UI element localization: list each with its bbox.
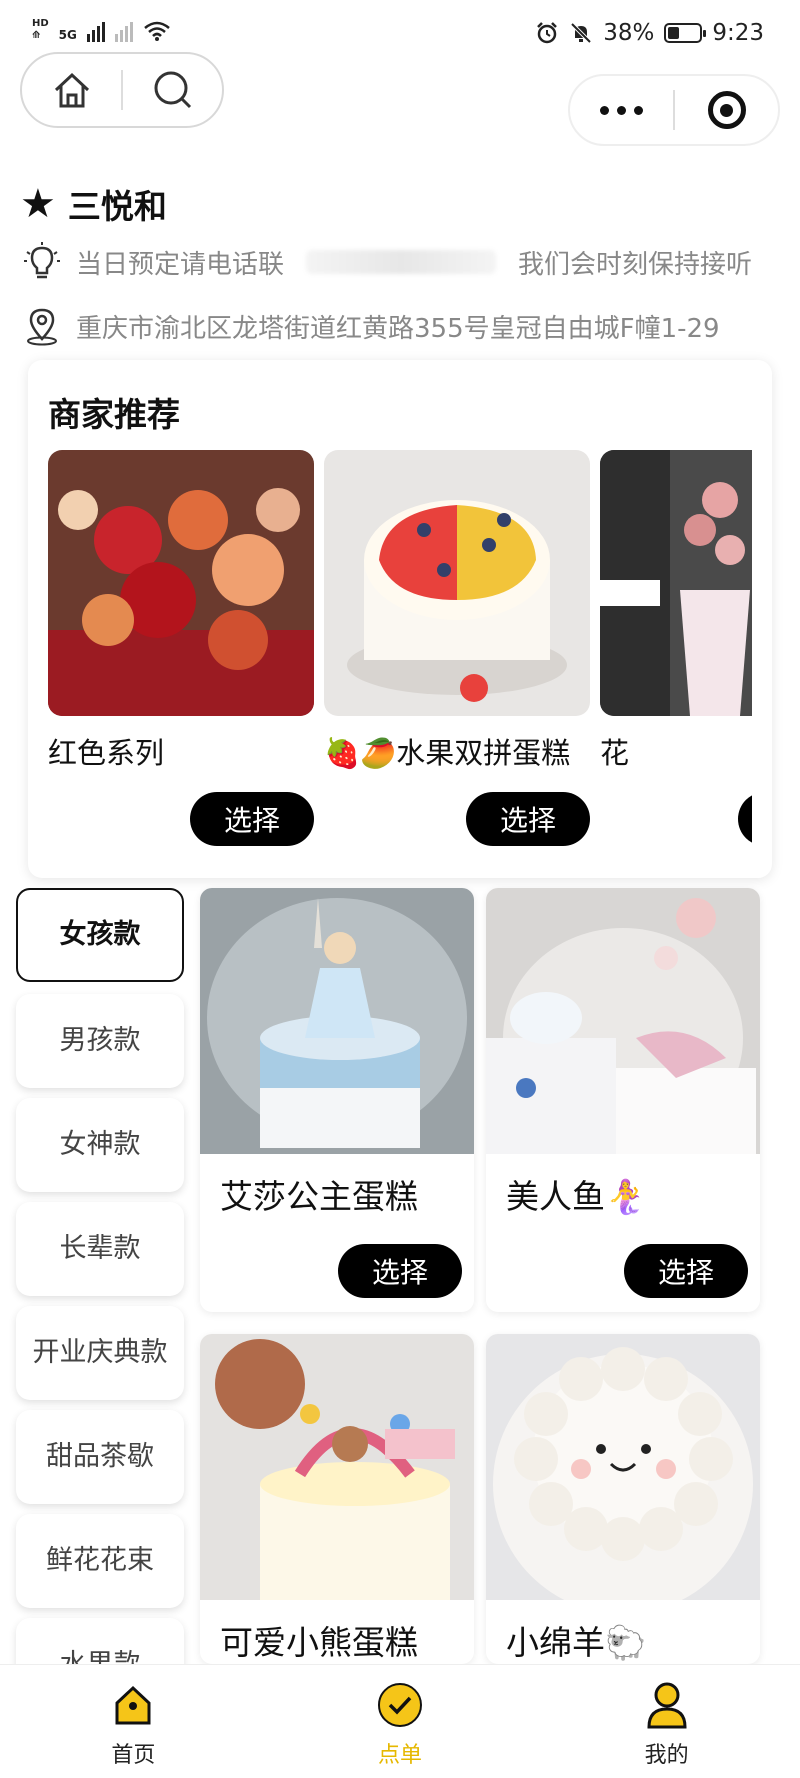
- pink-bouquet-image: [600, 450, 752, 716]
- category-opening[interactable]: 开业庆典款: [16, 1306, 184, 1400]
- clock: 9:23: [712, 20, 764, 46]
- product-card[interactable]: 艾莎公主蛋糕 选择: [200, 888, 474, 1312]
- home-icon: [54, 72, 89, 108]
- more-dots-icon: [600, 105, 643, 115]
- product-card[interactable]: 美人鱼🧜‍♀️ 选择: [486, 888, 760, 1312]
- shop-name: 三悦和: [67, 187, 167, 226]
- recommend-carousel[interactable]: 红色系列 选择 🍓🥭水果双拼蛋糕 选择 花: [48, 450, 752, 870]
- category-boys[interactable]: 男孩款: [16, 994, 184, 1088]
- select-button[interactable]: 选择: [624, 1244, 748, 1298]
- mute-bell-icon: [570, 22, 592, 44]
- shop-notice: 当日预定请电话联 我们会时刻保持接听: [22, 242, 752, 282]
- product-card[interactable]: 小绵羊🐑: [486, 1334, 760, 1664]
- recommend-item[interactable]: 🍓🥭水果双拼蛋糕 选择: [324, 450, 590, 846]
- status-bar: HD ⟰ 5G 38% 9:23: [0, 0, 800, 60]
- notice-text: 当日预定请电话联: [76, 249, 285, 280]
- close-miniprogram-button[interactable]: [675, 76, 778, 144]
- category-goddess[interactable]: 女神款: [16, 1098, 184, 1192]
- section-title: 商家推荐: [48, 395, 180, 434]
- category-dessert[interactable]: 甜品茶歇: [16, 1410, 184, 1504]
- recommend-item-name: 🍓🥭水果双拼蛋糕: [324, 736, 571, 770]
- target-icon: [707, 91, 746, 129]
- select-button[interactable]: 选择: [190, 792, 314, 846]
- search-icon: [154, 71, 191, 109]
- elsa-cake-image: [200, 888, 474, 1154]
- status-left: HD ⟰ 5G: [32, 18, 171, 42]
- more-button[interactable]: [570, 76, 673, 144]
- home-icon: [107, 1679, 159, 1731]
- miniprogram-capsule: [568, 74, 780, 146]
- hd-indicator: HD ⟰: [32, 18, 49, 42]
- bouquet-image: [48, 450, 314, 716]
- category-flowers[interactable]: 鲜花花束: [16, 1514, 184, 1608]
- lightbulb-icon: [22, 242, 62, 282]
- check-circle-icon: [374, 1679, 426, 1731]
- tab-label: 首页: [111, 1743, 156, 1768]
- address-text: 重庆市渝北区龙塔街道红黄路355号皇冠自由城F幢1-29: [76, 313, 720, 344]
- product-name: 美人鱼🧜‍♀️: [506, 1177, 647, 1216]
- tab-home[interactable]: 首页: [0, 1665, 267, 1778]
- tab-label: 我的: [644, 1743, 689, 1768]
- nav-capsule: [20, 52, 224, 128]
- tab-order[interactable]: 点单: [267, 1665, 534, 1778]
- phone-redacted: [306, 250, 497, 274]
- status-right: 38% 9:23: [535, 20, 764, 46]
- data-transfer-icon: ⟰: [32, 30, 41, 41]
- sheep-cake-image: [486, 1334, 760, 1614]
- tab-label: 点单: [378, 1743, 423, 1768]
- user-icon: [641, 1679, 693, 1731]
- alarm-icon: [537, 22, 558, 44]
- recommend-item-name: 红色系列: [48, 736, 165, 770]
- signal-icon-secondary: [114, 20, 133, 42]
- battery-level: [668, 27, 680, 39]
- merchant-recommend-card: 商家推荐 红色系列 选择 🍓🥭水果双拼蛋糕 选择 花: [28, 360, 772, 878]
- category-girls[interactable]: 女孩款: [16, 888, 184, 982]
- hd-label: HD: [32, 18, 49, 29]
- select-button[interactable]: [738, 792, 752, 846]
- battery-icon: [664, 23, 707, 43]
- search-button[interactable]: [123, 54, 222, 126]
- product-card[interactable]: 可爱小熊蛋糕: [200, 1334, 474, 1664]
- recommend-item[interactable]: 红色系列 选择: [48, 450, 314, 846]
- bear-cake-image: [200, 1334, 474, 1600]
- product-name: 可爱小熊蛋糕: [220, 1623, 418, 1662]
- product-name: 艾莎公主蛋糕: [220, 1177, 418, 1216]
- wifi-icon: [144, 21, 170, 41]
- mermaid-cake-image: [486, 888, 760, 1154]
- recommend-item-name: 花: [600, 736, 630, 770]
- recommend-item[interactable]: 花: [600, 450, 752, 846]
- shop-address[interactable]: 重庆市渝北区龙塔街道红黄路355号皇冠自由城F幢1-29: [22, 306, 720, 346]
- notice-text-suffix: 我们会时刻保持接听: [518, 249, 753, 280]
- location-pin-icon: [22, 306, 62, 346]
- signal-icon: [86, 20, 105, 42]
- home-button[interactable]: [22, 54, 121, 126]
- shop-title: ★ 三悦和: [20, 180, 167, 228]
- network-label: 5G: [58, 28, 77, 42]
- select-button[interactable]: 选择: [338, 1244, 462, 1298]
- tab-mine[interactable]: 我的: [533, 1665, 800, 1778]
- battery-percent: 38%: [603, 20, 655, 46]
- category-elders[interactable]: 长辈款: [16, 1202, 184, 1296]
- star-icon: ★: [20, 181, 56, 227]
- bottom-tab-bar: 首页 点单 我的: [0, 1664, 800, 1778]
- select-button[interactable]: 选择: [466, 792, 590, 846]
- product-name: 小绵羊🐑: [506, 1623, 647, 1662]
- fruit-cake-image: [324, 450, 590, 716]
